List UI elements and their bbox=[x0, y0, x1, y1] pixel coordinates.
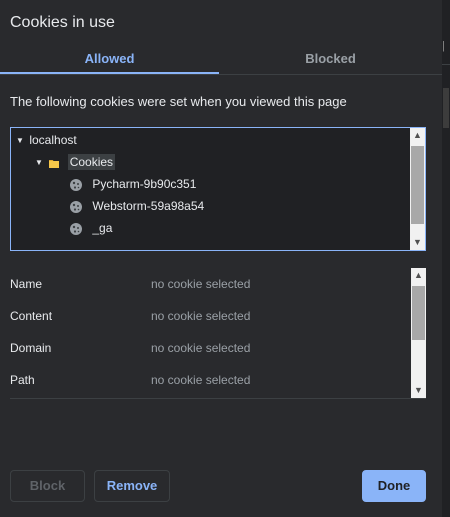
cookie-icon bbox=[70, 200, 82, 213]
background-window-edge: | bbox=[442, 0, 450, 517]
detail-row-content: Content no cookie selected bbox=[10, 306, 410, 326]
tree-item-label: _ga bbox=[92, 221, 113, 235]
scroll-up-icon[interactable]: ▲ bbox=[411, 268, 426, 283]
tab-blocked[interactable]: Blocked bbox=[219, 44, 442, 74]
done-button[interactable]: Done bbox=[362, 470, 426, 502]
cookie-icon bbox=[70, 222, 82, 235]
tree-item-site[interactable]: ▼ localhost bbox=[16, 130, 77, 150]
details-scrollbar[interactable]: ▲ ▼ bbox=[411, 268, 426, 398]
detail-row-path: Path no cookie selected bbox=[10, 370, 410, 390]
tab-bar: Allowed Blocked bbox=[0, 44, 442, 75]
detail-label: Domain bbox=[10, 341, 52, 355]
background-glyph: | bbox=[442, 40, 445, 52]
detail-label: Content bbox=[10, 309, 53, 323]
tree-item-label: Webstorm-59a98a54 bbox=[92, 199, 205, 213]
folder-icon bbox=[49, 159, 60, 168]
detail-value: no cookie selected bbox=[151, 277, 251, 291]
tree-item-label: Pycharm-9b90c351 bbox=[92, 177, 197, 191]
tree-item-cookie[interactable]: Pycharm-9b90c351 bbox=[69, 174, 196, 194]
cookies-dialog: Cookies in use Allowed Blocked The follo… bbox=[0, 0, 442, 517]
cookie-tree[interactable]: ▼ localhost ▼ Cookies Pycharm-9b90c351 W… bbox=[10, 127, 426, 251]
scrollbar-thumb[interactable] bbox=[412, 286, 425, 340]
cookie-details: Name no cookie selected Content no cooki… bbox=[10, 268, 426, 399]
background-divider bbox=[442, 64, 450, 65]
expand-arrow-icon[interactable]: ▼ bbox=[16, 131, 26, 151]
block-button[interactable]: Block bbox=[10, 470, 85, 502]
detail-row-name: Name no cookie selected bbox=[10, 274, 410, 294]
tree-item-label: localhost bbox=[29, 133, 77, 147]
scroll-down-icon[interactable]: ▼ bbox=[411, 383, 426, 398]
scroll-up-icon[interactable]: ▲ bbox=[410, 128, 425, 143]
dialog-title: Cookies in use bbox=[10, 14, 115, 31]
detail-label: Path bbox=[10, 373, 35, 387]
detail-value: no cookie selected bbox=[151, 309, 251, 323]
detail-row-domain: Domain no cookie selected bbox=[10, 338, 410, 358]
intro-text: The following cookies were set when you … bbox=[10, 94, 347, 109]
remove-button[interactable]: Remove bbox=[94, 470, 170, 502]
expand-arrow-icon[interactable]: ▼ bbox=[35, 153, 45, 173]
tab-allowed[interactable]: Allowed bbox=[0, 44, 219, 74]
detail-value: no cookie selected bbox=[151, 341, 251, 355]
scroll-down-icon[interactable]: ▼ bbox=[410, 235, 425, 250]
tree-item-label: Cookies bbox=[67, 154, 116, 170]
detail-value: no cookie selected bbox=[151, 373, 251, 387]
tree-scrollbar[interactable]: ▲ ▼ bbox=[410, 128, 425, 250]
scrollbar-thumb[interactable] bbox=[411, 146, 424, 224]
background-scrollbar-thumb bbox=[443, 88, 449, 128]
tree-item-cookie[interactable]: Webstorm-59a98a54 bbox=[69, 196, 204, 216]
tree-item-cookie[interactable]: _ga bbox=[69, 218, 112, 238]
tree-item-folder[interactable]: ▼ Cookies bbox=[35, 152, 116, 173]
cookie-icon bbox=[70, 178, 82, 191]
detail-label: Name bbox=[10, 277, 43, 291]
